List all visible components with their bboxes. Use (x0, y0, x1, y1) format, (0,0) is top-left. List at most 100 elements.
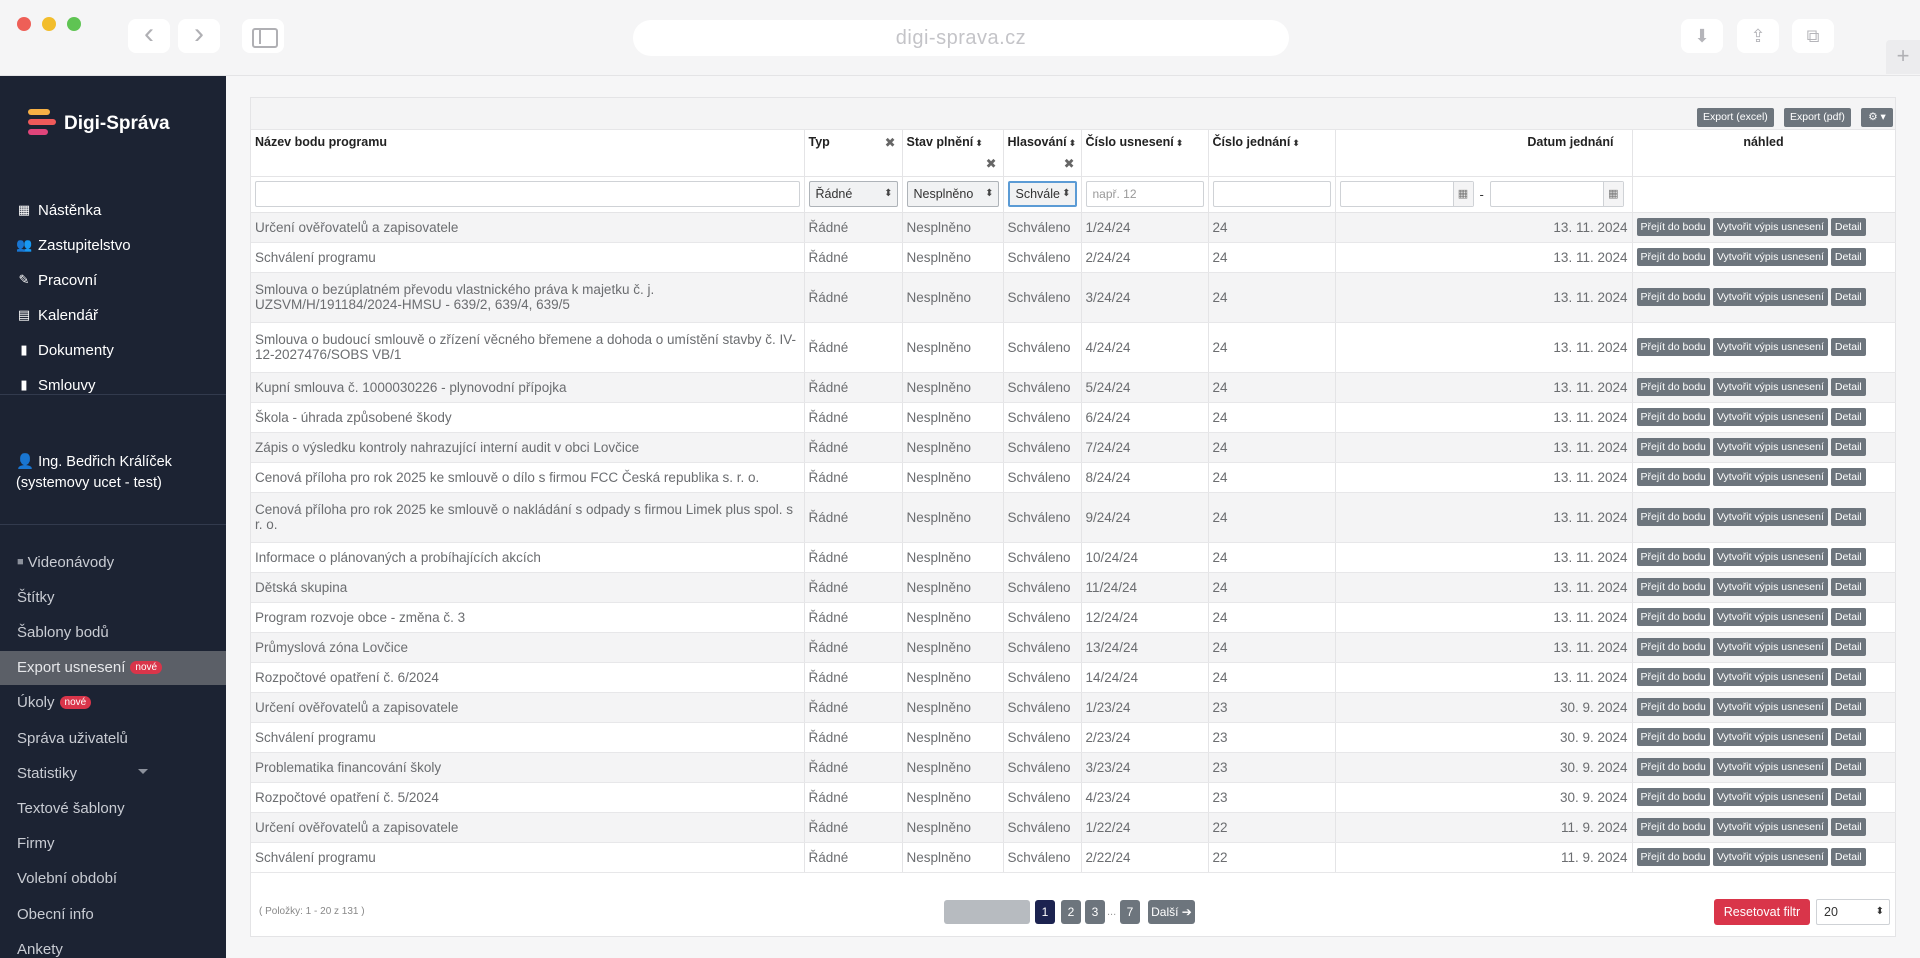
col-name-header[interactable]: Název bodu programu (251, 130, 805, 177)
sidebar-link-7[interactable]: Textové šablony (0, 791, 226, 825)
create-extract-button[interactable]: Vytvořit výpis usnesení (1712, 468, 1828, 486)
sidebar-link-4[interactable]: Úkoly nové (0, 686, 226, 720)
table-row[interactable]: Rozpočtové opatření č. 5/2024 Řádné Nespln… (251, 782, 1896, 813)
detail-button[interactable]: Detail (1830, 788, 1866, 806)
detail-button[interactable]: Detail (1830, 698, 1866, 716)
table-row[interactable]: Smlouva o budoucí smlouvě o zřízení věcn… (251, 322, 1896, 373)
sidebar-link-5[interactable]: Správa uživatelů (0, 721, 226, 755)
create-extract-button[interactable]: Vytvořit výpis usnesení (1712, 698, 1828, 716)
create-extract-button[interactable]: Vytvořit výpis usnesení (1712, 758, 1828, 776)
new-tab-button[interactable]: + (1886, 40, 1920, 74)
detail-button[interactable]: Detail (1830, 438, 1866, 456)
sidebar-item-2[interactable]: ✎ Pracovní (16, 268, 98, 292)
detail-button[interactable]: Detail (1830, 218, 1866, 236)
sidebar-link-6[interactable]: Statistiky (0, 756, 226, 790)
resolution-filter-input[interactable]: např. 12 (1085, 181, 1204, 207)
state-filter-select[interactable]: Nesplněno (906, 181, 999, 207)
date-to-input[interactable]: ▦ (1489, 181, 1624, 207)
col-vote-header[interactable]: Hlasování ⬍ ✖ (1003, 130, 1082, 177)
detail-button[interactable]: Detail (1830, 468, 1866, 486)
detail-button[interactable]: Detail (1830, 248, 1866, 266)
table-row[interactable]: Kupní smlouva č. 1000030226 - plynovodní… (251, 372, 1896, 403)
table-row[interactable]: Rozpočtové opatření č. 6/2024 Řádné Nespln… (251, 662, 1896, 693)
settings-gear-icon[interactable]: ⚙ ▾ (1861, 108, 1893, 127)
sort-icon[interactable]: ⬍ (1292, 138, 1300, 148)
create-extract-button[interactable]: Vytvořit výpis usnesení (1712, 288, 1828, 306)
sidebar-link-3[interactable]: Export usnesení nové (0, 650, 226, 685)
share-icon[interactable]: ⇪ (1737, 19, 1779, 53)
goto-item-button[interactable]: Přejít do bodu (1636, 668, 1710, 686)
goto-item-button[interactable]: Přejít do bodu (1636, 508, 1710, 526)
detail-button[interactable]: Detail (1830, 758, 1866, 776)
meeting-filter-input[interactable] (1212, 181, 1331, 207)
detail-button[interactable]: Detail (1830, 638, 1866, 656)
col-state-header[interactable]: Stav plnění ⬍ ✖ (902, 130, 1004, 177)
sidebar-toggle-icon[interactable] (242, 19, 284, 53)
table-row[interactable]: Určení ověřovatelů a zapisovatele Řádné Ne… (251, 212, 1896, 243)
sort-icon[interactable]: ⬍ (975, 138, 983, 148)
table-row[interactable]: Škola - úhrada způsobené škody Řádné Nespl… (251, 402, 1896, 433)
goto-item-button[interactable]: Přejít do bodu (1636, 378, 1710, 396)
table-row[interactable]: Program rozvoje obce - změna č. 3 Řádné Ne… (251, 602, 1896, 633)
clear-filter-icon[interactable]: ✖ (885, 135, 896, 151)
page-7-button[interactable]: 7 (1120, 900, 1140, 924)
goto-item-button[interactable]: Přejít do bodu (1636, 818, 1710, 836)
detail-button[interactable]: Detail (1830, 408, 1866, 426)
goto-item-button[interactable]: Přejít do bodu (1636, 848, 1710, 866)
name-filter-input[interactable] (255, 181, 800, 207)
table-row[interactable]: Schválení programu Řádné Nesplněno Schválen… (251, 722, 1896, 753)
maximize-window-button[interactable] (67, 17, 81, 31)
close-window-button[interactable] (17, 17, 31, 31)
create-extract-button[interactable]: Vytvořit výpis usnesení (1712, 548, 1828, 566)
sidebar-link-0[interactable]: ■ Videonávody (0, 545, 226, 579)
sidebar-link-2[interactable]: Šablony bodů (0, 615, 226, 649)
detail-button[interactable]: Detail (1830, 508, 1866, 526)
sort-icon[interactable]: ⬍ (1069, 138, 1077, 148)
minimize-window-button[interactable] (42, 17, 56, 31)
create-extract-button[interactable]: Vytvořit výpis usnesení (1712, 608, 1828, 626)
goto-item-button[interactable]: Přejít do bodu (1636, 338, 1710, 356)
goto-item-button[interactable]: Přejít do bodu (1636, 608, 1710, 626)
goto-item-button[interactable]: Přejít do bodu (1636, 438, 1710, 456)
clear-filter-icon[interactable]: ✖ (1064, 156, 1075, 172)
create-extract-button[interactable]: Vytvořit výpis usnesení (1712, 818, 1828, 836)
goto-item-button[interactable]: Přejít do bodu (1636, 408, 1710, 426)
table-row[interactable]: Schválení programu Řádné Nesplněno Schválen… (251, 242, 1896, 273)
sort-icon[interactable]: ⬍ (1176, 138, 1184, 148)
page-3-button[interactable]: 3 (1085, 900, 1105, 924)
reset-filter-button[interactable]: Resetovat filtr (1714, 899, 1810, 925)
detail-button[interactable]: Detail (1830, 608, 1866, 626)
sidebar-link-1[interactable]: Štítky (0, 580, 226, 614)
create-extract-button[interactable]: Vytvořit výpis usnesení (1712, 438, 1828, 456)
create-extract-button[interactable]: Vytvořit výpis usnesení (1712, 508, 1828, 526)
col-resolution-header[interactable]: Číslo usnesení ⬍ (1081, 130, 1209, 177)
forward-icon[interactable]: › (178, 19, 220, 53)
table-row[interactable]: Zápis o výsledku kontroly nahrazující in… (251, 432, 1896, 463)
col-date-header[interactable]: Datum jednání (1335, 130, 1633, 177)
create-extract-button[interactable]: Vytvořit výpis usnesení (1712, 638, 1828, 656)
detail-button[interactable]: Detail (1830, 548, 1866, 566)
app-logo[interactable]: Digi-Správa (28, 106, 170, 142)
goto-item-button[interactable]: Přejít do bodu (1636, 698, 1710, 716)
goto-item-button[interactable]: Přejít do bodu (1636, 578, 1710, 596)
current-user[interactable]: 👤 Ing. Bedřich Králíček (systemovy ucet … (16, 452, 216, 494)
table-row[interactable]: Cenová příloha pro rok 2025 ke smlouvě o… (251, 492, 1896, 543)
table-row[interactable]: Informace o plánovaných a probíhajících … (251, 542, 1896, 573)
table-row[interactable]: Schválení programu Řádné Nesplněno Schválen… (251, 842, 1896, 873)
detail-button[interactable]: Detail (1830, 288, 1866, 306)
sidebar-item-1[interactable]: 👥 Zastupitelstvo (16, 233, 131, 257)
vote-filter-select[interactable]: Schvále (1007, 181, 1077, 207)
create-extract-button[interactable]: Vytvořit výpis usnesení (1712, 408, 1828, 426)
type-filter-select[interactable]: Řádné (808, 181, 898, 207)
calendar-icon[interactable]: ▦ (1602, 182, 1623, 206)
page-size-select[interactable]: 20 (1816, 899, 1890, 925)
create-extract-button[interactable]: Vytvořit výpis usnesení (1712, 788, 1828, 806)
goto-item-button[interactable]: Přejít do bodu (1636, 758, 1710, 776)
export-excel-button[interactable]: Export (excel) (1697, 108, 1774, 127)
tabs-overview-icon[interactable]: ⧉ (1792, 19, 1834, 53)
goto-item-button[interactable]: Přejít do bodu (1636, 218, 1710, 236)
calendar-icon[interactable]: ▦ (1452, 182, 1473, 206)
table-row[interactable]: Problematika financování školy Řádné Nespl… (251, 752, 1896, 783)
sidebar-item-4[interactable]: ▮ Dokumenty (16, 338, 113, 362)
goto-item-button[interactable]: Přejít do bodu (1636, 728, 1710, 746)
